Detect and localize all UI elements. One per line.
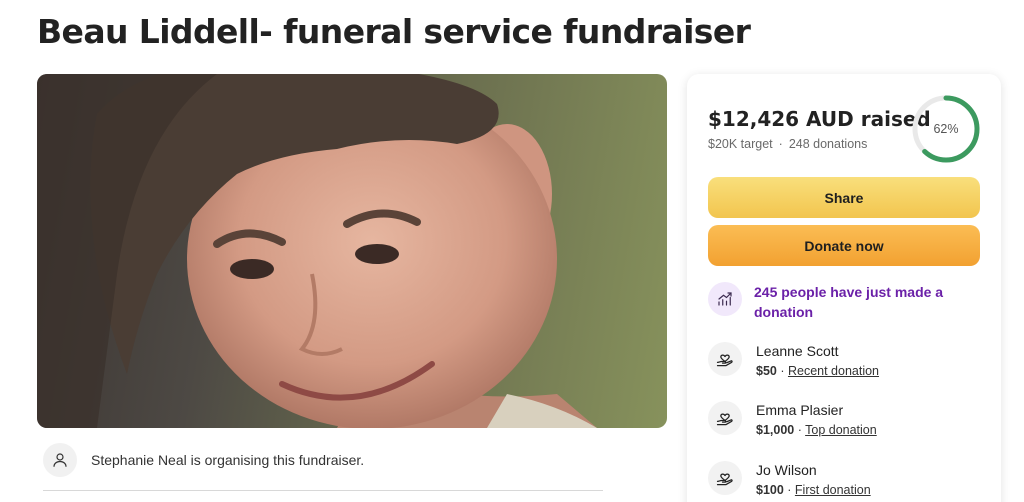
donor-amount: $50 <box>756 364 777 378</box>
donor-item: Leanne Scott $50 · Recent donation <box>708 342 980 380</box>
donation-tag-link[interactable]: First donation <box>795 483 871 497</box>
donor-name: Leanne Scott <box>756 343 839 359</box>
heart-hand-icon <box>708 342 742 376</box>
target-amount: $20K target <box>708 137 773 151</box>
donation-count: 248 donations <box>788 137 868 151</box>
donor-item: Emma Plasier $1,000 · Top donation <box>708 401 980 439</box>
heart-hand-icon <box>708 401 742 435</box>
share-button[interactable]: Share <box>708 177 980 218</box>
raised-details: $20K target · 248 donations <box>708 137 867 151</box>
organiser-text: Stephanie Neal is organising this fundra… <box>91 452 365 468</box>
user-icon <box>43 443 77 477</box>
trending-notice: 245 people have just made a donation <box>708 282 980 322</box>
page-title: Beau Liddell- funeral service fundraiser <box>37 12 751 51</box>
donation-tag-link[interactable]: Top donation <box>805 423 877 437</box>
donor-name: Jo Wilson <box>756 462 817 478</box>
separator: · <box>778 137 783 151</box>
divider <box>43 490 603 491</box>
amount-raised: $12,426 AUD raised <box>708 107 931 131</box>
donation-tag-link[interactable]: Recent donation <box>788 364 879 378</box>
donor-amount: $100 <box>756 483 784 497</box>
donation-card: $12,426 AUD raised $20K target · 248 donat… <box>687 74 1001 502</box>
donate-now-button[interactable]: Donate now <box>708 225 980 266</box>
trending-text: 245 people have just made a donation <box>754 284 944 320</box>
donor-name: Emma Plasier <box>756 402 844 418</box>
fundraiser-photo <box>37 74 667 428</box>
heart-hand-icon <box>708 461 742 495</box>
trending-up-icon <box>708 282 742 316</box>
donor-amount: $1,000 <box>756 423 795 437</box>
donor-item: Jo Wilson $100 · First donation <box>708 461 980 499</box>
organiser-row: Stephanie Neal is organising this fundra… <box>43 441 603 479</box>
progress-percent: 62% <box>933 122 959 136</box>
